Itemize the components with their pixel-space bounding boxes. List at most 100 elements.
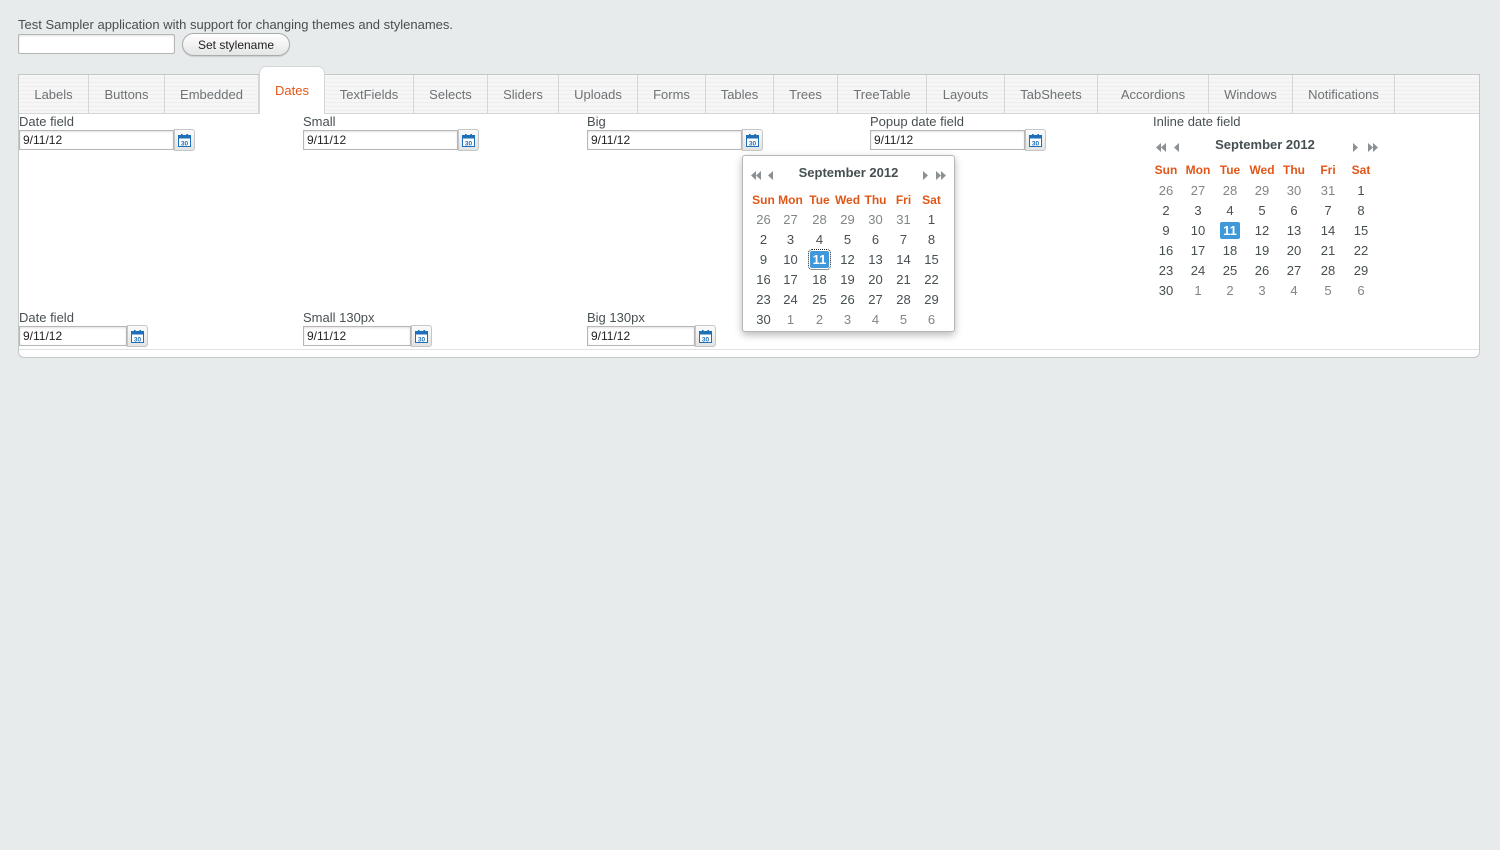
calendar-day[interactable]: 2 — [749, 231, 778, 248]
selected-day[interactable]: 11 — [808, 249, 831, 270]
calendar-day[interactable]: 5 — [889, 311, 918, 328]
tab-notifications[interactable]: Notifications — [1293, 75, 1395, 113]
small-130-input[interactable]: 9/11/12 — [303, 326, 411, 346]
calendar-day[interactable]: 7 — [1312, 202, 1344, 219]
calendar-day[interactable]: 27 — [776, 211, 805, 228]
tab-buttons[interactable]: Buttons — [89, 75, 165, 113]
calendar-day[interactable]: 1 — [1182, 282, 1214, 299]
calendar-day[interactable]: 1 — [917, 211, 946, 228]
calendar-day[interactable]: 4 — [805, 231, 834, 248]
small-calendar-button[interactable]: 30 — [458, 129, 479, 151]
calendar-day[interactable]: 17 — [776, 271, 805, 288]
calendar-day[interactable]: 3 — [833, 311, 862, 328]
calendar-day[interactable]: 29 — [1345, 262, 1377, 279]
calendar-day[interactable]: 15 — [917, 251, 946, 268]
calendar-day[interactable]: 26 — [749, 211, 778, 228]
calendar-day[interactable]: 8 — [917, 231, 946, 248]
calendar-day[interactable]: 20 — [1278, 242, 1310, 259]
tab-embedded[interactable]: Embedded — [165, 75, 259, 113]
calendar-day[interactable]: 5 — [833, 231, 862, 248]
calendar-day[interactable]: 23 — [1150, 262, 1182, 279]
calendar-day[interactable]: 6 — [861, 231, 890, 248]
calendar-day[interactable]: 28 — [805, 211, 834, 228]
big-date-input[interactable]: 9/11/12 — [587, 130, 742, 150]
calendar-day[interactable]: 14 — [889, 251, 918, 268]
tab-tabsheets[interactable]: TabSheets — [1005, 75, 1098, 113]
calendar-day[interactable]: 3 — [1246, 282, 1278, 299]
calendar-day[interactable]: 31 — [1312, 182, 1344, 199]
calendar-day[interactable]: 21 — [889, 271, 918, 288]
small-130-calendar-button[interactable]: 30 — [411, 325, 432, 347]
calendar-day[interactable]: 1 — [1345, 182, 1377, 199]
calendar-day[interactable]: 5 — [1246, 202, 1278, 219]
calendar-day[interactable]: 28 — [889, 291, 918, 308]
tab-layouts[interactable]: Layouts — [927, 75, 1005, 113]
tab-trees[interactable]: Trees — [774, 75, 838, 113]
big-130-calendar-button[interactable]: 30 — [695, 325, 716, 347]
calendar-day[interactable]: 29 — [833, 211, 862, 228]
selected-day[interactable]: 11 — [1220, 222, 1240, 239]
calendar-day[interactable]: 30 — [861, 211, 890, 228]
next-month-icon[interactable] — [1353, 140, 1359, 155]
calendar-day[interactable]: 22 — [1345, 242, 1377, 259]
calendar-day[interactable]: 7 — [889, 231, 918, 248]
calendar-day[interactable]: 6 — [917, 311, 946, 328]
date-field-input[interactable]: 9/11/12 — [19, 130, 174, 150]
calendar-day[interactable]: 2 — [1214, 282, 1246, 299]
calendar-day[interactable]: 9 — [1150, 222, 1182, 239]
calendar-day[interactable]: 28 — [1214, 182, 1246, 199]
set-stylename-button[interactable]: Set stylename — [182, 33, 290, 56]
calendar-day[interactable]: 3 — [776, 231, 805, 248]
calendar-day[interactable]: 30 — [1278, 182, 1310, 199]
next-year-icon[interactable] — [936, 168, 947, 183]
tab-forms[interactable]: Forms — [638, 75, 706, 113]
calendar-day[interactable]: 24 — [1182, 262, 1214, 279]
calendar-day[interactable]: 4 — [861, 311, 890, 328]
calendar-day[interactable]: 16 — [1150, 242, 1182, 259]
calendar-day[interactable]: 26 — [1150, 182, 1182, 199]
calendar-day[interactable]: 27 — [1278, 262, 1310, 279]
calendar-day[interactable]: 17 — [1182, 242, 1214, 259]
calendar-day[interactable]: 1 — [776, 311, 805, 328]
stylename-input[interactable] — [18, 34, 175, 54]
calendar-day[interactable]: 5 — [1312, 282, 1344, 299]
calendar-day[interactable]: 29 — [1246, 182, 1278, 199]
calendar-day[interactable]: 18 — [805, 271, 834, 288]
tab-tables[interactable]: Tables — [706, 75, 774, 113]
tab-windows[interactable]: Windows — [1209, 75, 1293, 113]
calendar-day[interactable]: 25 — [1214, 262, 1246, 279]
calendar-day[interactable]: 6 — [1278, 202, 1310, 219]
calendar-day[interactable]: 23 — [749, 291, 778, 308]
prev-year-icon[interactable] — [751, 168, 762, 183]
tab-labels[interactable]: Labels — [19, 75, 89, 113]
calendar-day[interactable]: 30 — [749, 311, 778, 328]
next-month-icon[interactable] — [923, 168, 929, 183]
tab-dates[interactable]: Dates — [259, 66, 325, 114]
calendar-day[interactable]: 2 — [1150, 202, 1182, 219]
date-field-calendar-button[interactable]: 30 — [174, 129, 195, 151]
tab-treetable[interactable]: TreeTable — [838, 75, 927, 113]
popup-calendar-button[interactable]: 30 — [1025, 129, 1046, 151]
calendar-day[interactable]: 12 — [833, 251, 862, 268]
calendar-day[interactable]: 13 — [1278, 222, 1310, 239]
calendar-day[interactable]: 9 — [749, 251, 778, 268]
tab-uploads[interactable]: Uploads — [559, 75, 638, 113]
calendar-day[interactable]: 21 — [1312, 242, 1344, 259]
calendar-day[interactable]: 26 — [1246, 262, 1278, 279]
prev-month-icon[interactable] — [768, 168, 774, 183]
popup-date-input[interactable]: 9/11/12 — [870, 130, 1025, 150]
big-130-input[interactable]: 9/11/12 — [587, 326, 695, 346]
calendar-day[interactable]: 18 — [1214, 242, 1246, 259]
calendar-day[interactable]: 14 — [1312, 222, 1344, 239]
calendar-day[interactable]: 13 — [861, 251, 890, 268]
calendar-day[interactable]: 4 — [1278, 282, 1310, 299]
calendar-day[interactable]: 4 — [1214, 202, 1246, 219]
calendar-day[interactable]: 10 — [1182, 222, 1214, 239]
tab-sliders[interactable]: Sliders — [488, 75, 559, 113]
tab-textfields[interactable]: TextFields — [325, 75, 414, 113]
date-field-2-calendar-button[interactable]: 30 — [127, 325, 148, 347]
big-calendar-button[interactable]: 30 — [742, 129, 763, 151]
calendar-day[interactable]: 25 — [805, 291, 834, 308]
tab-selects[interactable]: Selects — [414, 75, 488, 113]
small-date-input[interactable]: 9/11/12 — [303, 130, 458, 150]
